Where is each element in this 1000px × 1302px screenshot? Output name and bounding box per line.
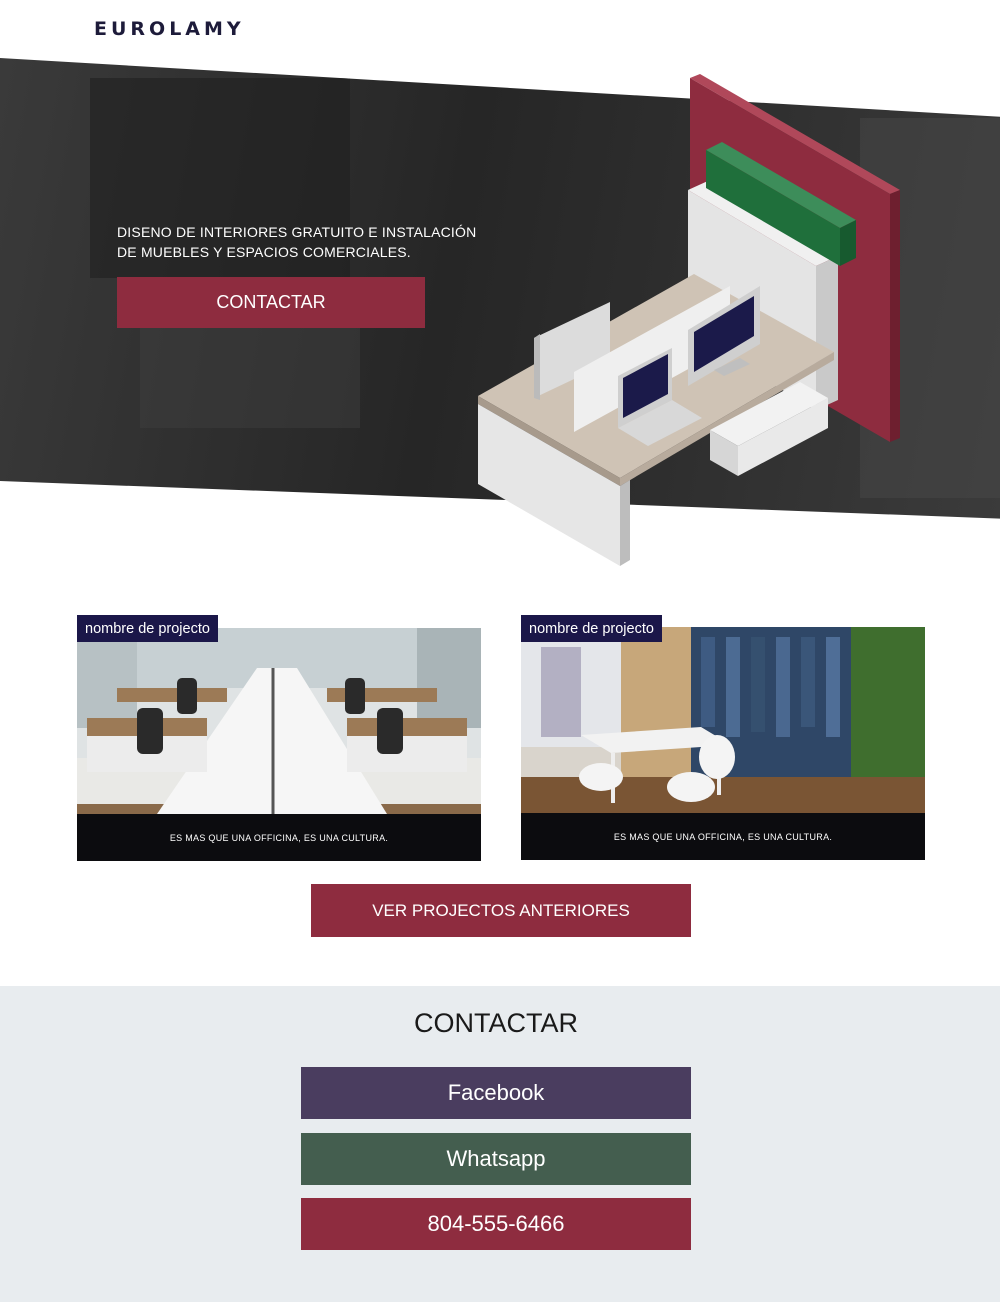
hero-headline: DISENO DE INTERIORES GRATUITO E INSTALAC… xyxy=(117,222,497,262)
view-past-projects-button[interactable]: VER PROJECTOS ANTERIORES xyxy=(311,884,691,937)
phone-button[interactable]: 804-555-6466 xyxy=(301,1198,691,1250)
hero-headline-line-1: DISENO DE INTERIORES GRATUITO E INSTALAC… xyxy=(117,224,477,240)
office-desk-illustration xyxy=(478,74,900,566)
project-caption: ES MAS QUE UNA OFFICINA, ES UNA CULTURA. xyxy=(613,831,833,842)
hero-headline-line-2: DE MUEBLES Y ESPACIOS COMERCIALES. xyxy=(117,244,411,260)
project-photo-office xyxy=(77,628,481,814)
whatsapp-button[interactable]: Whatsapp xyxy=(301,1133,691,1185)
project-name-tag[interactable]: nombre de projecto xyxy=(77,615,218,642)
project-caption: ES MAS QUE UNA OFFICINA, ES UNA CULTURA. xyxy=(169,832,389,843)
project-card[interactable]: ES MAS QUE UNA OFFICINA, ES UNA CULTURA. xyxy=(77,628,481,861)
brand-logo[interactable]: EUROLAMY xyxy=(94,18,245,40)
project-card[interactable]: ES MAS QUE UNA OFFICINA, ES UNA CULTURA. xyxy=(521,627,925,860)
project-name-tag[interactable]: nombre de projecto xyxy=(521,615,662,642)
facebook-button[interactable]: Facebook xyxy=(301,1067,691,1119)
hero-contact-button[interactable]: CONTACTAR xyxy=(117,277,425,328)
contact-title: CONTACTAR xyxy=(414,1008,578,1038)
project-photo-store xyxy=(521,627,925,813)
